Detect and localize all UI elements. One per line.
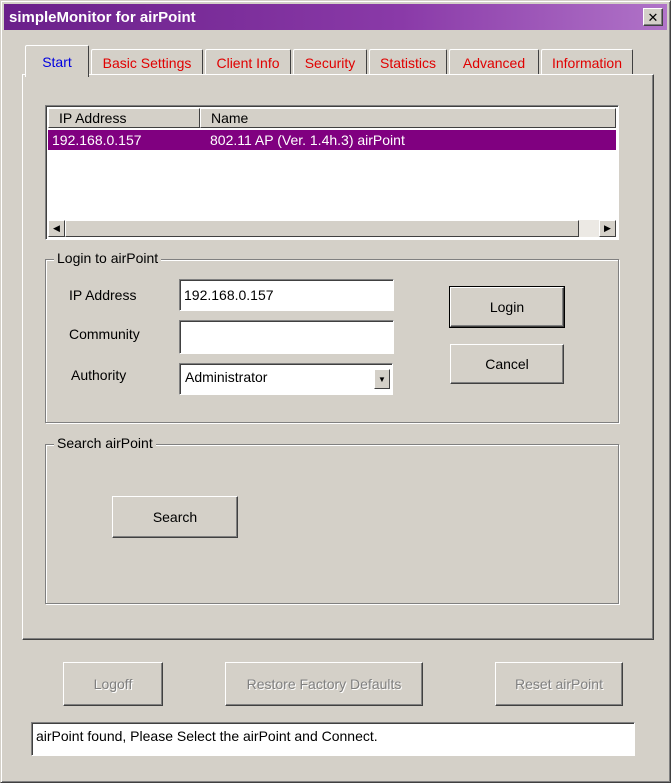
row-device-name: 802.11 AP (Ver. 1.4h.3) airPoint xyxy=(210,132,405,148)
column-header-name[interactable]: Name xyxy=(200,108,616,128)
status-bar: airPoint found, Please Select the airPoi… xyxy=(31,722,635,756)
authority-label: Authority xyxy=(71,367,127,383)
horizontal-scrollbar[interactable]: ◀ ▶ xyxy=(48,220,616,237)
cancel-button[interactable]: Cancel xyxy=(450,344,564,384)
tab-start[interactable]: Start xyxy=(25,45,89,77)
list-item[interactable]: 192.168.0.157 802.11 AP (Ver. 1.4h.3) ai… xyxy=(48,130,616,150)
close-button[interactable]: ✕ xyxy=(643,8,663,26)
authority-select[interactable]: Administrator ▼ xyxy=(179,363,393,395)
list-header: IP Address Name xyxy=(48,108,616,128)
scroll-right-button[interactable]: ▶ xyxy=(599,220,616,237)
column-header-ip-address[interactable]: IP Address xyxy=(48,108,200,128)
tab-basic-settings[interactable]: Basic Settings xyxy=(91,49,203,75)
chevron-down-icon: ▼ xyxy=(378,374,386,384)
dropdown-button[interactable]: ▼ xyxy=(374,369,390,389)
community-input[interactable] xyxy=(179,320,394,354)
reset-airpoint-button[interactable]: Reset airPoint xyxy=(495,662,623,706)
tab-label: Security xyxy=(304,54,356,71)
tab-label: Statistics xyxy=(379,54,436,71)
main-window: simpleMonitor for airPoint ✕ Start Basic… xyxy=(0,0,671,783)
tab-security[interactable]: Security xyxy=(293,49,367,75)
ip-address-label: IP Address xyxy=(69,287,137,303)
close-icon: ✕ xyxy=(647,9,659,25)
authority-value: Administrator xyxy=(185,369,268,385)
scroll-thumb[interactable] xyxy=(65,220,579,237)
status-message: airPoint found, Please Select the airPoi… xyxy=(36,728,378,744)
tab-label: Information xyxy=(551,54,623,71)
title-bar[interactable]: simpleMonitor for airPoint ✕ xyxy=(4,4,667,30)
arrow-left-icon: ◀ xyxy=(53,223,60,233)
row-ip-address: 192.168.0.157 xyxy=(52,132,142,148)
search-button[interactable]: Search xyxy=(112,496,238,538)
logoff-button[interactable]: Logoff xyxy=(63,662,163,706)
login-button[interactable]: Login xyxy=(449,286,565,328)
scroll-left-button[interactable]: ◀ xyxy=(48,220,65,237)
community-label: Community xyxy=(69,326,140,342)
login-group-title: Login to airPoint xyxy=(54,250,162,266)
tab-advanced[interactable]: Advanced xyxy=(449,49,539,75)
tab-label: Advanced xyxy=(462,54,526,71)
tab-label: Start xyxy=(42,53,72,70)
tab-client-info[interactable]: Client Info xyxy=(205,49,291,75)
tab-information[interactable]: Information xyxy=(541,49,633,75)
ip-address-input[interactable] xyxy=(179,279,394,311)
device-list[interactable]: IP Address Name 192.168.0.157 802.11 AP … xyxy=(45,105,619,240)
tab-label: Basic Settings xyxy=(102,54,192,71)
window-title: simpleMonitor for airPoint xyxy=(9,8,196,26)
arrow-right-icon: ▶ xyxy=(604,223,611,233)
search-group-title: Search airPoint xyxy=(54,435,156,451)
tab-label: Client Info xyxy=(216,54,280,71)
restore-factory-defaults-button[interactable]: Restore Factory Defaults xyxy=(225,662,423,706)
tab-statistics[interactable]: Statistics xyxy=(369,49,447,75)
